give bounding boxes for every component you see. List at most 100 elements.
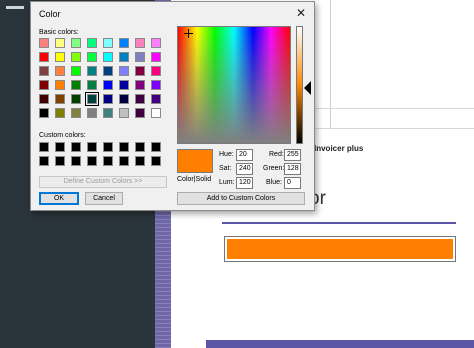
accent-bar <box>222 222 456 224</box>
basic-color-swatch[interactable] <box>135 38 145 48</box>
custom-color-swatch[interactable] <box>71 156 81 166</box>
basic-color-swatch[interactable] <box>55 66 65 76</box>
spectrum-saturation <box>178 27 290 143</box>
basic-color-swatch[interactable] <box>39 38 49 48</box>
basic-color-swatch[interactable] <box>55 94 65 104</box>
color-swatch-field[interactable] <box>224 236 456 262</box>
sat-label: Sat: <box>219 165 232 172</box>
custom-color-swatch[interactable] <box>55 142 65 152</box>
color-solid-label: Color|Solid <box>177 176 212 183</box>
footer-bar <box>206 340 474 348</box>
custom-color-swatch[interactable] <box>151 156 161 166</box>
custom-color-swatch[interactable] <box>119 142 129 152</box>
crosshair-icon[interactable] <box>184 29 193 38</box>
basic-color-swatch[interactable] <box>135 52 145 62</box>
basic-color-swatch[interactable] <box>151 38 161 48</box>
basic-colors-label: Basic colors: <box>39 29 79 36</box>
hue-label: Hue: <box>219 151 234 158</box>
basic-color-swatch[interactable] <box>71 94 81 104</box>
basic-color-swatch[interactable] <box>151 80 161 90</box>
basic-color-swatch[interactable] <box>119 66 129 76</box>
basic-color-swatch[interactable] <box>87 66 97 76</box>
basic-color-swatch[interactable] <box>39 80 49 90</box>
color-preview <box>177 149 213 173</box>
app-heading: Invoicer plus <box>314 144 364 153</box>
basic-color-swatch[interactable] <box>87 108 97 118</box>
red-field[interactable]: 255 <box>284 149 301 161</box>
custom-color-swatch[interactable] <box>39 156 49 166</box>
blue-label: Blue: <box>266 179 282 186</box>
slider-arrow-icon[interactable] <box>304 81 311 95</box>
basic-color-swatch[interactable] <box>103 108 113 118</box>
basic-color-swatch[interactable] <box>71 108 81 118</box>
canvas-rule <box>315 108 474 109</box>
define-custom-colors-button[interactable]: Define Custom Colors >> <box>39 176 167 188</box>
basic-color-swatch[interactable] <box>71 66 81 76</box>
custom-color-swatch[interactable] <box>87 142 97 152</box>
dialog-title: Color <box>39 9 61 19</box>
blue-field[interactable]: 0 <box>284 177 301 189</box>
basic-color-swatch[interactable] <box>55 38 65 48</box>
custom-color-swatch[interactable] <box>55 156 65 166</box>
basic-color-swatch[interactable] <box>119 38 129 48</box>
custom-color-swatch[interactable] <box>39 142 49 152</box>
basic-color-swatch[interactable] <box>87 80 97 90</box>
basic-color-swatch[interactable] <box>103 94 113 104</box>
custom-color-swatch[interactable] <box>87 156 97 166</box>
basic-color-swatch[interactable] <box>39 108 49 118</box>
basic-color-swatch[interactable] <box>119 80 129 90</box>
basic-color-swatch[interactable] <box>119 52 129 62</box>
basic-color-swatch[interactable] <box>151 94 161 104</box>
basic-color-swatch[interactable] <box>71 52 81 62</box>
basic-color-swatch[interactable] <box>151 66 161 76</box>
basic-color-swatch[interactable] <box>135 80 145 90</box>
green-label: Green: <box>263 165 285 172</box>
ok-button[interactable]: OK <box>39 192 79 205</box>
custom-color-swatch[interactable] <box>119 156 129 166</box>
basic-color-swatch[interactable] <box>55 80 65 90</box>
basic-color-swatch[interactable] <box>55 52 65 62</box>
basic-color-swatch[interactable] <box>39 94 49 104</box>
custom-color-swatch[interactable] <box>103 142 113 152</box>
red-label: Red: <box>269 151 284 158</box>
lum-field[interactable]: 120 <box>236 177 253 189</box>
basic-color-swatch[interactable] <box>87 38 97 48</box>
add-to-custom-colors-button[interactable]: Add to Custom Colors <box>177 192 305 205</box>
basic-color-swatch[interactable] <box>39 66 49 76</box>
menu-toggle-icon[interactable] <box>6 6 24 9</box>
basic-color-swatch[interactable] <box>103 52 113 62</box>
custom-colors-grid <box>39 142 161 166</box>
custom-color-swatch[interactable] <box>103 156 113 166</box>
custom-color-swatch[interactable] <box>71 142 81 152</box>
basic-color-swatch[interactable] <box>103 66 113 76</box>
custom-colors-label: Custom colors: <box>39 132 86 139</box>
color-spectrum[interactable] <box>177 26 291 144</box>
hue-field[interactable]: 20 <box>236 149 253 161</box>
color-swatch-fill <box>227 239 453 259</box>
basic-color-swatch[interactable] <box>135 66 145 76</box>
custom-color-swatch[interactable] <box>135 142 145 152</box>
luminosity-slider[interactable] <box>296 26 303 144</box>
cancel-button[interactable]: Cancel <box>85 192 123 205</box>
basic-color-swatch[interactable] <box>135 94 145 104</box>
custom-color-swatch[interactable] <box>135 156 145 166</box>
basic-color-swatch[interactable] <box>39 52 49 62</box>
basic-color-swatch[interactable] <box>71 80 81 90</box>
basic-color-swatch[interactable] <box>103 80 113 90</box>
basic-color-swatch[interactable] <box>85 92 99 106</box>
basic-color-swatch[interactable] <box>55 108 65 118</box>
basic-color-swatch[interactable] <box>151 108 161 118</box>
basic-color-swatch[interactable] <box>87 52 97 62</box>
basic-color-swatch[interactable] <box>119 108 129 118</box>
sat-field[interactable]: 240 <box>236 163 253 175</box>
basic-colors-grid <box>39 38 161 118</box>
basic-color-swatch[interactable] <box>103 38 113 48</box>
basic-color-swatch[interactable] <box>71 38 81 48</box>
close-icon[interactable]: ✕ <box>294 6 308 20</box>
basic-color-swatch[interactable] <box>119 94 129 104</box>
green-field[interactable]: 128 <box>284 163 301 175</box>
basic-color-swatch[interactable] <box>135 108 145 118</box>
custom-color-swatch[interactable] <box>151 142 161 152</box>
lum-label: Lum: <box>219 179 235 186</box>
basic-color-swatch[interactable] <box>151 52 161 62</box>
